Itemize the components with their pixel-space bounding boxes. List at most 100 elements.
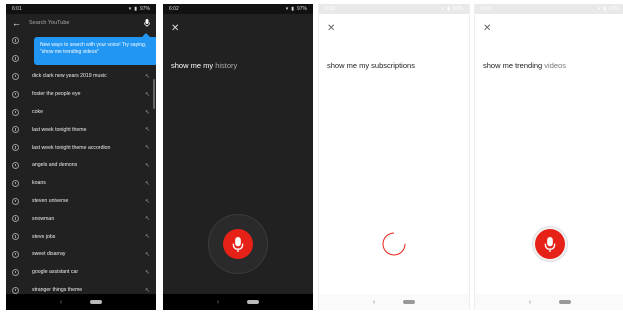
voice-query-text: show me my (171, 61, 214, 70)
history-query-text: google assistant car (32, 269, 79, 276)
fill-query-arrow-icon[interactable]: ↖ (145, 233, 150, 240)
history-row[interactable]: last week tonight theme ↖ (6, 121, 156, 139)
history-query-text: coke (32, 109, 43, 116)
close-icon[interactable]: ✕ (171, 24, 179, 34)
tooltip-text: New ways to search with your voice! Try … (40, 42, 147, 55)
history-icon (12, 72, 19, 80)
history-icon (12, 268, 19, 276)
battery-percent: 97% (296, 6, 307, 12)
status-time: 6:01 (12, 6, 22, 12)
fill-query-arrow-icon[interactable]: ↖ (145, 215, 150, 222)
nav-back-icon[interactable]: ‹ (373, 299, 375, 306)
history-query-text: foster the people eye (32, 91, 81, 98)
wifi-icon: ▾ (441, 6, 445, 12)
scrollbar[interactable] (153, 79, 155, 109)
mic-icon (232, 236, 244, 252)
history-row[interactable]: koans ↖ (6, 174, 156, 192)
mic-icon[interactable] (144, 19, 150, 27)
status-icons: ▾ ▮ 97% (129, 6, 150, 12)
search-history-list: ↖↖dick clark new years 2019 music↖foster… (6, 32, 156, 299)
history-icon (12, 144, 19, 152)
nav-bar: ‹ (6, 294, 156, 310)
history-row[interactable]: google assistant car ↖ (6, 263, 156, 281)
history-row[interactable]: angels and demons ↖ (6, 157, 156, 175)
history-query-text: steve jobs (32, 233, 56, 240)
fill-query-arrow-icon[interactable]: ↖ (145, 91, 150, 98)
history-row[interactable]: coke ↖ (6, 103, 156, 121)
history-query-text: dick clark new years 2019 music (32, 73, 107, 80)
nav-home-pill[interactable] (247, 300, 260, 304)
voice-query-partial: history (215, 61, 238, 70)
status-time: 6:02 (169, 6, 179, 12)
status-icons: ▾ ▮ 97% (598, 6, 619, 12)
nav-home-pill[interactable] (90, 300, 103, 304)
close-icon[interactable]: ✕ (327, 24, 335, 34)
voice-search-tooltip[interactable]: New ways to search with your voice! Try … (34, 33, 156, 65)
fill-query-arrow-icon[interactable]: ↖ (145, 73, 150, 80)
history-row[interactable]: foster the people eye ↖ (6, 85, 156, 103)
nav-back-icon[interactable]: ‹ (217, 299, 219, 306)
history-row[interactable]: steve jobs ↖ (6, 228, 156, 246)
history-icon (12, 179, 19, 187)
history-row[interactable]: snowman ↖ (6, 210, 156, 228)
voice-query-text: show me trending (483, 61, 543, 70)
status-icons: ▾ ▮ 97% (286, 6, 307, 12)
back-arrow-icon[interactable]: ← (12, 18, 21, 28)
wifi-icon: ▾ (128, 6, 132, 12)
fill-query-arrow-icon[interactable]: ↖ (145, 180, 150, 187)
history-query-text: koans (32, 180, 46, 187)
wifi-icon: ▾ (597, 6, 601, 12)
battery-icon: ▮ (134, 6, 137, 12)
search-input[interactable]: Search YouTube (29, 20, 136, 26)
history-row[interactable]: dick clark new years 2019 music ↖ (6, 68, 156, 86)
mic-button[interactable] (223, 229, 253, 259)
nav-back-icon[interactable]: ‹ (529, 299, 531, 306)
screen-search-history: 6:01 ▾ ▮ 97% ← Search YouTube New ways t… (6, 4, 156, 310)
nav-home-pill[interactable] (403, 300, 416, 304)
status-bar: 6:02 ▾ ▮ 97% (163, 4, 313, 14)
history-icon (12, 126, 19, 134)
history-row[interactable]: steven universe ↖ (6, 192, 156, 210)
fill-query-arrow-icon[interactable]: ↖ (145, 144, 150, 151)
voice-query: show me my subscriptions (327, 61, 415, 70)
status-time: 6:03 (481, 6, 491, 12)
nav-back-icon[interactable]: ‹ (60, 299, 62, 306)
mic-icon (544, 236, 556, 252)
nav-bar: ‹ (475, 294, 623, 310)
fill-query-arrow-icon[interactable]: ↖ (145, 126, 150, 133)
history-query-text: snowman (32, 215, 55, 222)
battery-percent: 97% (608, 6, 619, 12)
fill-query-arrow-icon[interactable]: ↖ (145, 162, 150, 169)
status-bar: 6:03 ▾ ▮ 97% (475, 4, 623, 14)
wifi-icon: ▾ (285, 6, 289, 12)
nav-home-pill[interactable] (559, 300, 572, 304)
history-icon (12, 286, 19, 294)
history-icon (12, 161, 19, 169)
history-row[interactable]: sweet disarray ↖ (6, 246, 156, 264)
nav-bar: ‹ (163, 294, 313, 310)
fill-query-arrow-icon[interactable]: ↖ (145, 109, 150, 116)
voice-query-text: show me my subscriptions (327, 61, 415, 70)
fill-query-arrow-icon[interactable]: ↖ (145, 269, 150, 276)
history-icon (12, 55, 19, 63)
history-query-text: last week tonight theme (32, 126, 87, 133)
screen-voice-processing: 6:02 ▾ ▮ 97% ✕ show me my subscriptions … (318, 4, 470, 310)
history-row[interactable]: last week tonight theme accordion ↖ (6, 139, 156, 157)
battery-percent: 97% (452, 6, 463, 12)
search-bar[interactable]: ← Search YouTube (6, 14, 156, 32)
mic-button[interactable] (535, 229, 565, 259)
battery-percent: 97% (139, 6, 150, 12)
history-icon (12, 197, 19, 205)
fill-query-arrow-icon[interactable]: ↖ (145, 251, 150, 258)
fill-query-arrow-icon[interactable]: ↖ (145, 198, 150, 205)
history-query-text: steven universe (32, 198, 69, 205)
history-icon (12, 233, 19, 241)
close-icon[interactable]: ✕ (483, 24, 491, 34)
voice-query-partial: videos (544, 61, 566, 70)
fill-query-arrow-icon[interactable]: ↖ (145, 287, 150, 294)
loading-spinner-icon (382, 232, 406, 256)
history-icon (12, 215, 19, 223)
history-query-text: last week tonight theme accordion (32, 144, 111, 151)
history-icon (12, 250, 19, 258)
nav-bar: ‹ (319, 294, 469, 310)
